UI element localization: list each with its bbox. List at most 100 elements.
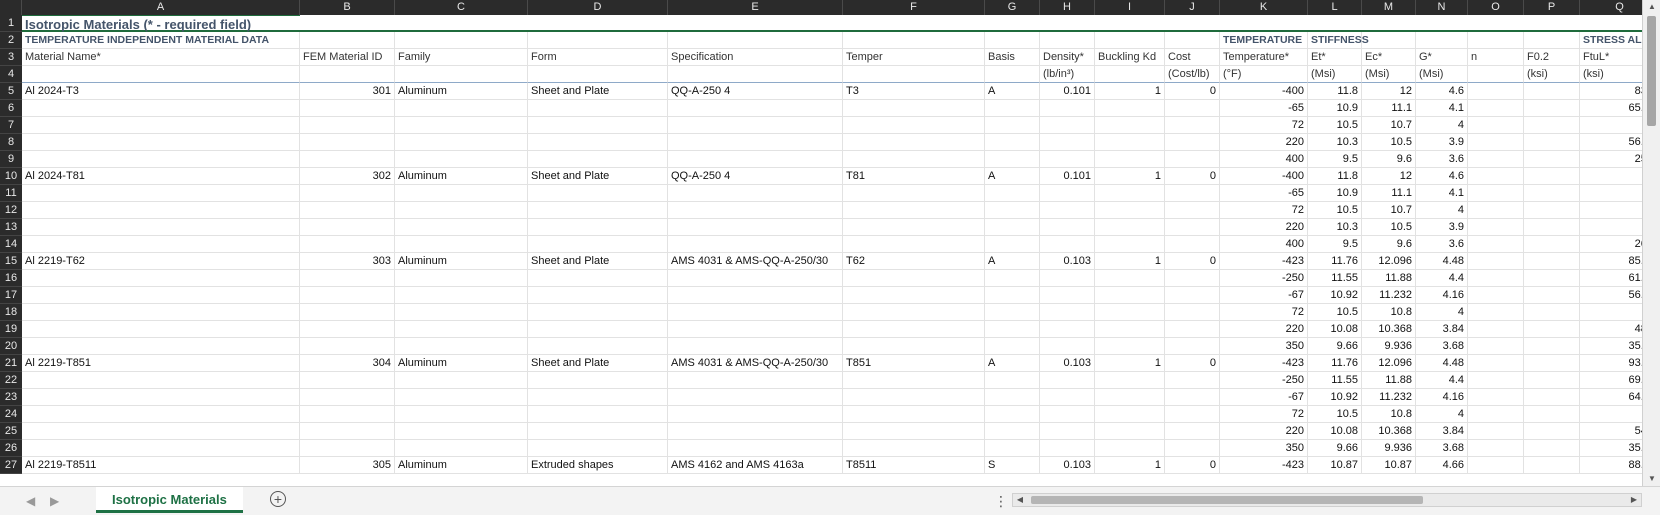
cell-e7[interactable]	[668, 117, 843, 134]
cell-j3[interactable]: Cost	[1165, 49, 1220, 66]
cell-m1[interactable]	[1362, 15, 1416, 32]
cell-h10[interactable]: 0.101	[1040, 168, 1095, 185]
column-header-g[interactable]: G	[985, 0, 1040, 15]
cell-p7[interactable]	[1524, 117, 1580, 134]
cell-q13[interactable]: 59	[1580, 219, 1642, 236]
cell-g9[interactable]	[985, 151, 1040, 168]
cell-n10[interactable]: 4.6	[1416, 168, 1468, 185]
cell-i17[interactable]	[1095, 287, 1165, 304]
cell-n15[interactable]: 4.48	[1416, 253, 1468, 270]
cell-b4[interactable]	[300, 66, 395, 83]
cell-p9[interactable]	[1524, 151, 1580, 168]
cell-i14[interactable]	[1095, 236, 1165, 253]
row-header[interactable]: 9	[0, 151, 22, 168]
cell-o17[interactable]	[1468, 287, 1524, 304]
select-all-corner[interactable]	[0, 0, 22, 15]
column-header-j[interactable]: J	[1165, 0, 1220, 15]
cell-a21[interactable]: Al 2219-T851	[22, 355, 300, 372]
cell-a1[interactable]: Isotropic Materials (* - required field)	[22, 15, 300, 32]
cell-c15[interactable]: Aluminum	[395, 253, 528, 270]
column-header-d[interactable]: D	[528, 0, 668, 15]
cell-j18[interactable]	[1165, 304, 1220, 321]
cell-e22[interactable]	[668, 372, 843, 389]
cell-f5[interactable]: T3	[843, 83, 985, 100]
cell-d27[interactable]: Extruded shapes	[528, 457, 668, 474]
cell-j7[interactable]	[1165, 117, 1220, 134]
cell-o19[interactable]	[1468, 321, 1524, 338]
cell-k12[interactable]: 72	[1220, 202, 1308, 219]
cell-l27[interactable]: 10.87	[1308, 457, 1362, 474]
cell-h27[interactable]: 0.103	[1040, 457, 1095, 474]
cell-p3[interactable]: F0.2	[1524, 49, 1580, 66]
column-header-m[interactable]: M	[1362, 0, 1416, 15]
cell-g15[interactable]: A	[985, 253, 1040, 270]
row-header[interactable]: 3	[0, 49, 22, 66]
cell-f13[interactable]	[843, 219, 985, 236]
row-header[interactable]: 26	[0, 440, 22, 457]
column-header-p[interactable]: P	[1524, 0, 1580, 15]
cell-f14[interactable]	[843, 236, 985, 253]
cell-m2[interactable]	[1362, 32, 1416, 49]
cell-l16[interactable]: 11.55	[1308, 270, 1362, 287]
cell-l12[interactable]: 10.5	[1308, 202, 1362, 219]
cell-l22[interactable]: 11.55	[1308, 372, 1362, 389]
cell-e14[interactable]	[668, 236, 843, 253]
cell-k10[interactable]: -400	[1220, 168, 1308, 185]
cell-f27[interactable]: T8511	[843, 457, 985, 474]
cell-o15[interactable]	[1468, 253, 1524, 270]
cell-c4[interactable]	[395, 66, 528, 83]
cell-b22[interactable]	[300, 372, 395, 389]
row-header[interactable]: 7	[0, 117, 22, 134]
cell-g23[interactable]	[985, 389, 1040, 406]
cell-i26[interactable]	[1095, 440, 1165, 457]
cell-o10[interactable]	[1468, 168, 1524, 185]
cell-p17[interactable]	[1524, 287, 1580, 304]
cell-m5[interactable]: 12	[1362, 83, 1416, 100]
cell-g17[interactable]	[985, 287, 1040, 304]
cell-q3[interactable]: FtuL*	[1580, 49, 1642, 66]
cell-d19[interactable]	[528, 321, 668, 338]
cell-p13[interactable]	[1524, 219, 1580, 236]
cell-i13[interactable]	[1095, 219, 1165, 236]
cell-f18[interactable]	[843, 304, 985, 321]
cell-i6[interactable]	[1095, 100, 1165, 117]
cell-p24[interactable]	[1524, 406, 1580, 423]
cell-c25[interactable]	[395, 423, 528, 440]
cell-n14[interactable]: 3.6	[1416, 236, 1468, 253]
cell-m16[interactable]: 11.88	[1362, 270, 1416, 287]
cell-k1[interactable]	[1220, 15, 1308, 32]
cell-i8[interactable]	[1095, 134, 1165, 151]
cell-p4[interactable]: (ksi)	[1524, 66, 1580, 83]
cell-j12[interactable]	[1165, 202, 1220, 219]
cell-f3[interactable]: Temper	[843, 49, 985, 66]
scroll-left-arrow-icon[interactable]: ◀	[1013, 494, 1027, 506]
cell-j27[interactable]: 0	[1165, 457, 1220, 474]
cell-k26[interactable]: 350	[1220, 440, 1308, 457]
cell-j19[interactable]	[1165, 321, 1220, 338]
cell-c21[interactable]: Aluminum	[395, 355, 528, 372]
row-header[interactable]: 14	[0, 236, 22, 253]
cell-a25[interactable]	[22, 423, 300, 440]
cell-g27[interactable]: S	[985, 457, 1040, 474]
cell-e13[interactable]	[668, 219, 843, 236]
cell-k9[interactable]: 400	[1220, 151, 1308, 168]
cell-b19[interactable]	[300, 321, 395, 338]
cell-m15[interactable]: 12.096	[1362, 253, 1416, 270]
cell-m20[interactable]: 9.936	[1362, 338, 1416, 355]
prev-sheet-icon[interactable]: ◀	[26, 494, 35, 508]
cell-e17[interactable]	[668, 287, 843, 304]
cell-q9[interactable]: 25.6	[1580, 151, 1642, 168]
cell-b17[interactable]	[300, 287, 395, 304]
cell-n20[interactable]: 3.68	[1416, 338, 1468, 355]
cell-e6[interactable]	[668, 100, 843, 117]
cell-g4[interactable]	[985, 66, 1040, 83]
cell-k2[interactable]: TEMPERATURE	[1220, 32, 1308, 49]
cell-g10[interactable]: A	[985, 168, 1040, 185]
next-sheet-icon[interactable]: ▶	[50, 494, 59, 508]
row-header[interactable]: 2	[0, 32, 22, 49]
cell-q25[interactable]: 54.9	[1580, 423, 1642, 440]
scroll-down-arrow-icon[interactable]: ▼	[1643, 472, 1660, 486]
cell-d18[interactable]	[528, 304, 668, 321]
cell-g14[interactable]	[985, 236, 1040, 253]
cell-g8[interactable]	[985, 134, 1040, 151]
